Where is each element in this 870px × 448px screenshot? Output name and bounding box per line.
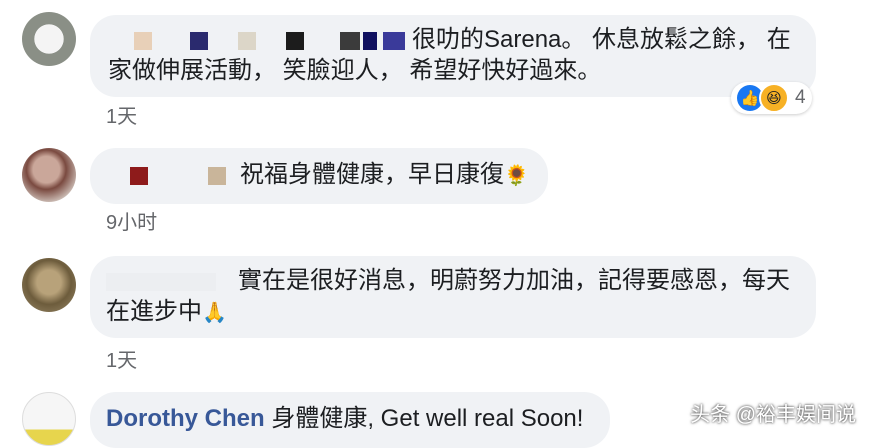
comment-time[interactable]: 1天 — [106, 100, 137, 129]
comment-bubble: 很叻的Sarena。 休息放鬆之餘， 在家做伸展活動， 笑臉迎人， 希望好快好過… — [90, 15, 816, 97]
avatar[interactable] — [22, 12, 76, 66]
watermark: 头条 @裕丰娱间说 — [690, 404, 856, 426]
comment-time[interactable]: 1天 — [106, 344, 137, 373]
blurred-author-name[interactable] — [106, 272, 234, 291]
avatar[interactable] — [22, 148, 76, 202]
sunflower-icon: 🌻 — [504, 163, 529, 187]
haha-reaction-icon: 😆 — [759, 83, 789, 113]
comment-bubble: 實在是很好消息，明蔚努力加油，記得要感恩，每天在進步中🙏 — [90, 256, 816, 338]
comment-text: 祝福身體健康，早日康復 — [240, 161, 504, 188]
avatar[interactable] — [22, 258, 76, 312]
reaction-summary[interactable]: 👍 😆 4 — [731, 82, 812, 114]
blurred-author-name[interactable] — [108, 31, 408, 50]
praying-hands-icon: 🙏 — [202, 300, 227, 324]
avatar[interactable] — [22, 392, 76, 446]
comment-author[interactable]: Dorothy Chen — [106, 405, 265, 432]
blurred-author-name[interactable] — [106, 166, 236, 185]
reaction-count: 4 — [795, 87, 806, 108]
comment-bubble: 祝福身體健康，早日康復🌻 — [90, 148, 548, 204]
comment-bubble: Dorothy Chen 身體健康, Get well real Soon! — [90, 392, 610, 448]
comment-text: 身體健康, Get well real Soon! — [271, 405, 584, 432]
comment-time[interactable]: 9小时 — [106, 206, 157, 235]
